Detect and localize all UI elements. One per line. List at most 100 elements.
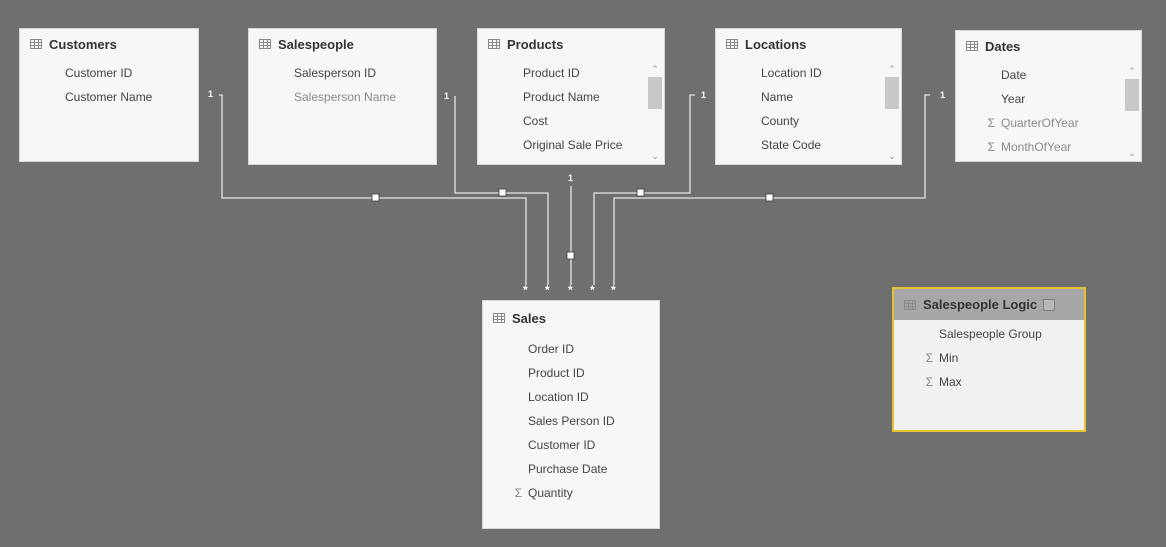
field-row[interactable]: Product Name: [478, 85, 664, 109]
scroll-thumb[interactable]: [648, 77, 662, 109]
scroll-thumb[interactable]: [885, 77, 899, 109]
field-list: Date Year Σ QuarterOfYear Σ MonthOfYear: [956, 61, 1141, 159]
field-row[interactable]: Sales Person ID: [483, 409, 659, 433]
field-label: Salespeople Group: [939, 327, 1042, 341]
table-customers[interactable]: Customers Customer ID Customer Name: [19, 28, 199, 162]
table-icon: [726, 39, 738, 49]
field-row[interactable]: Order ID: [483, 337, 659, 361]
cardinality-one-locations: 1: [701, 90, 706, 100]
field-row[interactable]: Customer Name: [20, 85, 198, 109]
field-list: Customer ID Customer Name: [20, 59, 198, 109]
sigma-icon: Σ: [514, 486, 522, 500]
scroll-down-icon[interactable]: ⌄: [648, 150, 662, 162]
table-icon: [259, 39, 271, 49]
table-icon: [488, 39, 500, 49]
field-row[interactable]: County: [716, 109, 901, 133]
field-row[interactable]: Σ Max: [894, 370, 1084, 394]
sigma-icon: Σ: [925, 375, 933, 389]
table-sales[interactable]: Sales Order ID Product ID Location ID Sales…: [482, 300, 660, 529]
field-label: Customer Name: [65, 90, 153, 104]
cardinality-many: *: [523, 283, 528, 297]
field-row[interactable]: Location ID: [716, 61, 901, 85]
filter-direction-marker: [371, 193, 380, 202]
field-label: Year: [1001, 92, 1026, 106]
field-row[interactable]: Salesperson Name: [249, 85, 436, 109]
table-products[interactable]: Products Product ID Product Name Cost Origi…: [477, 28, 665, 165]
cardinality-one-customers: 1: [208, 89, 213, 99]
field-row[interactable]: State: [716, 157, 901, 164]
field-label: Name: [761, 90, 794, 104]
scrollbar[interactable]: ⌃ ⌄: [885, 63, 899, 162]
field-row[interactable]: Customer ID: [483, 433, 659, 457]
field-label: Product Name: [523, 90, 600, 104]
sigma-icon: Σ: [987, 116, 995, 130]
field-row[interactable]: Original Sale Price: [478, 133, 664, 157]
field-row[interactable]: Salesperson ID: [249, 61, 436, 85]
cardinality-many: *: [545, 283, 550, 297]
field-label: Product ID: [523, 66, 580, 80]
table-title: Locations: [745, 36, 807, 52]
scroll-up-icon[interactable]: ⌃: [648, 63, 662, 75]
field-row[interactable]: Product ID: [478, 61, 664, 85]
field-label: Location ID: [528, 390, 589, 404]
relationship-diagram-canvas[interactable]: 1 1 1 1 1 * * * * * Customers Customer I…: [0, 0, 1166, 547]
field-row[interactable]: Σ Quantity: [483, 481, 659, 505]
table-header[interactable]: Dates: [956, 31, 1141, 61]
scroll-down-icon[interactable]: ⌄: [885, 150, 899, 162]
field-row[interactable]: Product ID: [483, 361, 659, 385]
table-header[interactable]: Sales: [483, 301, 659, 335]
scrollbar[interactable]: ⌃ ⌄: [1125, 65, 1139, 159]
cardinality-one-dates: 1: [940, 90, 945, 100]
table-header[interactable]: Salespeople: [249, 29, 436, 59]
field-label: Cost: [523, 114, 548, 128]
table-dates[interactable]: Dates Date Year Σ QuarterOfYear Σ MonthOfYear…: [955, 30, 1142, 162]
field-label: Sales Person ID: [528, 414, 615, 428]
table-salespeople-logic[interactable]: Salespeople Logic Salespeople Group Σ Min Σ…: [892, 287, 1086, 432]
table-title: Dates: [985, 38, 1021, 54]
field-label: Salesperson Name: [294, 90, 397, 104]
table-header[interactable]: Products: [478, 29, 664, 59]
field-label: Max: [939, 375, 962, 389]
field-row[interactable]: Σ Min: [894, 346, 1084, 370]
scrollbar[interactable]: ⌃ ⌄: [648, 63, 662, 162]
table-header[interactable]: Locations: [716, 29, 901, 59]
table-header[interactable]: Customers: [20, 29, 198, 59]
collapse-toggle-button[interactable]: [1043, 298, 1056, 311]
field-row[interactable]: Date: [956, 63, 1141, 87]
field-label: State Code: [761, 138, 822, 152]
field-list: Location ID Name County State Code State: [716, 59, 901, 164]
field-row[interactable]: Σ QuarterOfYear: [956, 111, 1141, 135]
field-label: Salesperson ID: [294, 66, 377, 80]
field-row[interactable]: Year: [956, 87, 1141, 111]
scroll-down-icon[interactable]: ⌄: [1125, 147, 1139, 159]
field-list: Salesperson ID Salesperson Name: [249, 59, 436, 109]
field-label: Order ID: [528, 342, 575, 356]
sigma-icon: Σ: [987, 140, 995, 154]
filter-direction-marker: [765, 193, 774, 202]
scroll-thumb[interactable]: [1125, 79, 1139, 111]
scroll-up-icon[interactable]: ⌃: [1125, 65, 1139, 77]
field-row[interactable]: State Code: [716, 133, 901, 157]
field-row[interactable]: Discount Code: [478, 157, 664, 164]
field-row[interactable]: Cost: [478, 109, 664, 133]
field-row[interactable]: Purchase Date: [483, 457, 659, 481]
table-salespeople[interactable]: Salespeople Salesperson ID Salesperson Na…: [248, 28, 437, 165]
field-row[interactable]: Customer ID: [20, 61, 198, 85]
field-label: Purchase Date: [528, 462, 608, 476]
field-row[interactable]: Location ID: [483, 385, 659, 409]
table-icon: [30, 39, 42, 49]
field-list: Order ID Product ID Location ID Sales Perso…: [483, 335, 659, 505]
field-row[interactable]: Name: [716, 85, 901, 109]
field-row[interactable]: Σ MonthOfYear: [956, 135, 1141, 159]
field-label: Original Sale Price: [523, 138, 623, 152]
field-label: Min: [939, 351, 959, 365]
field-row[interactable]: Salespeople Group: [894, 322, 1084, 346]
field-list: Salespeople Group Σ Min Σ Max: [894, 320, 1084, 394]
table-locations[interactable]: Locations Location ID Name County State Cod…: [715, 28, 902, 165]
table-title: Salespeople Logic: [923, 297, 1038, 312]
scroll-up-icon[interactable]: ⌃: [885, 63, 899, 75]
field-label: Customer ID: [65, 66, 133, 80]
filter-direction-marker: [566, 251, 575, 260]
table-header[interactable]: Salespeople Logic: [894, 289, 1084, 320]
cardinality-one-salespeople: 1: [444, 91, 449, 101]
